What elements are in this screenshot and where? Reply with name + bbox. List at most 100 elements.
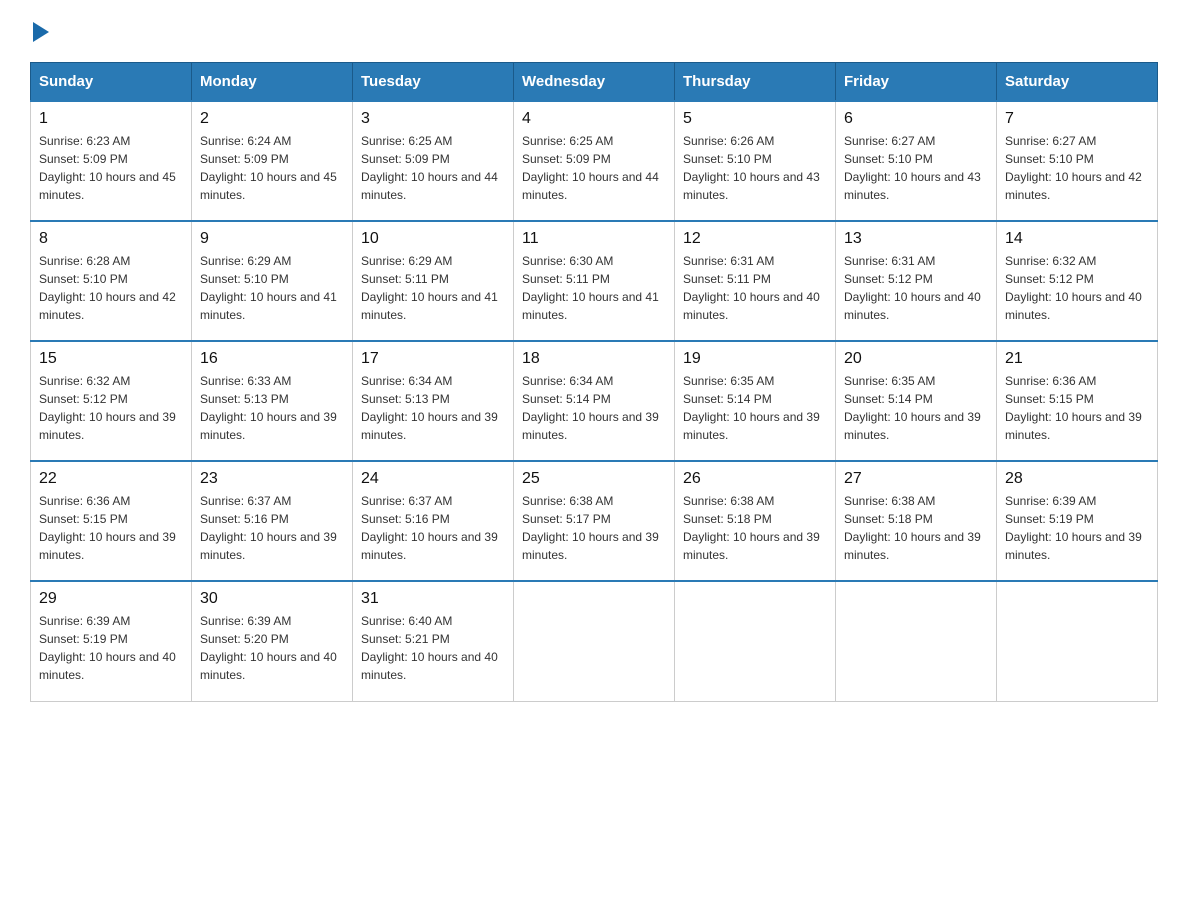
day-number: 21 (1005, 350, 1149, 368)
day-number: 2 (200, 110, 344, 128)
day-info: Sunrise: 6:38 AMSunset: 5:18 PMDaylight:… (683, 494, 820, 562)
day-number: 13 (844, 230, 988, 248)
day-info: Sunrise: 6:25 AMSunset: 5:09 PMDaylight:… (522, 134, 659, 202)
table-row: 4 Sunrise: 6:25 AMSunset: 5:09 PMDayligh… (514, 101, 675, 221)
page-header (30, 20, 1158, 42)
day-number: 6 (844, 110, 988, 128)
table-row: 28 Sunrise: 6:39 AMSunset: 5:19 PMDaylig… (997, 461, 1158, 581)
table-row: 19 Sunrise: 6:35 AMSunset: 5:14 PMDaylig… (675, 341, 836, 461)
table-row (675, 581, 836, 701)
day-info: Sunrise: 6:32 AMSunset: 5:12 PMDaylight:… (39, 374, 176, 442)
day-number: 29 (39, 590, 183, 608)
day-info: Sunrise: 6:35 AMSunset: 5:14 PMDaylight:… (844, 374, 981, 442)
table-row: 11 Sunrise: 6:30 AMSunset: 5:11 PMDaylig… (514, 221, 675, 341)
day-info: Sunrise: 6:28 AMSunset: 5:10 PMDaylight:… (39, 254, 176, 322)
table-row: 3 Sunrise: 6:25 AMSunset: 5:09 PMDayligh… (353, 101, 514, 221)
day-info: Sunrise: 6:36 AMSunset: 5:15 PMDaylight:… (39, 494, 176, 562)
day-info: Sunrise: 6:29 AMSunset: 5:11 PMDaylight:… (361, 254, 498, 322)
day-info: Sunrise: 6:39 AMSunset: 5:19 PMDaylight:… (1005, 494, 1142, 562)
day-info: Sunrise: 6:31 AMSunset: 5:12 PMDaylight:… (844, 254, 981, 322)
table-row (836, 581, 997, 701)
day-info: Sunrise: 6:23 AMSunset: 5:09 PMDaylight:… (39, 134, 176, 202)
day-info: Sunrise: 6:27 AMSunset: 5:10 PMDaylight:… (1005, 134, 1142, 202)
table-row: 7 Sunrise: 6:27 AMSunset: 5:10 PMDayligh… (997, 101, 1158, 221)
header-wednesday: Wednesday (514, 63, 675, 102)
table-row: 24 Sunrise: 6:37 AMSunset: 5:16 PMDaylig… (353, 461, 514, 581)
day-number: 22 (39, 470, 183, 488)
table-row: 14 Sunrise: 6:32 AMSunset: 5:12 PMDaylig… (997, 221, 1158, 341)
day-number: 8 (39, 230, 183, 248)
day-number: 5 (683, 110, 827, 128)
table-row: 23 Sunrise: 6:37 AMSunset: 5:16 PMDaylig… (192, 461, 353, 581)
day-info: Sunrise: 6:34 AMSunset: 5:14 PMDaylight:… (522, 374, 659, 442)
day-info: Sunrise: 6:33 AMSunset: 5:13 PMDaylight:… (200, 374, 337, 442)
day-number: 30 (200, 590, 344, 608)
header-sunday: Sunday (31, 63, 192, 102)
day-info: Sunrise: 6:26 AMSunset: 5:10 PMDaylight:… (683, 134, 820, 202)
day-number: 23 (200, 470, 344, 488)
day-info: Sunrise: 6:39 AMSunset: 5:20 PMDaylight:… (200, 614, 337, 682)
calendar-header: Sunday Monday Tuesday Wednesday Thursday… (31, 63, 1158, 102)
day-number: 25 (522, 470, 666, 488)
day-info: Sunrise: 6:37 AMSunset: 5:16 PMDaylight:… (361, 494, 498, 562)
day-info: Sunrise: 6:35 AMSunset: 5:14 PMDaylight:… (683, 374, 820, 442)
day-info: Sunrise: 6:27 AMSunset: 5:10 PMDaylight:… (844, 134, 981, 202)
day-info: Sunrise: 6:39 AMSunset: 5:19 PMDaylight:… (39, 614, 176, 682)
table-row: 9 Sunrise: 6:29 AMSunset: 5:10 PMDayligh… (192, 221, 353, 341)
calendar-table: Sunday Monday Tuesday Wednesday Thursday… (30, 62, 1158, 702)
table-row (997, 581, 1158, 701)
table-row: 2 Sunrise: 6:24 AMSunset: 5:09 PMDayligh… (192, 101, 353, 221)
day-number: 9 (200, 230, 344, 248)
header-friday: Friday (836, 63, 997, 102)
table-row: 5 Sunrise: 6:26 AMSunset: 5:10 PMDayligh… (675, 101, 836, 221)
table-row: 22 Sunrise: 6:36 AMSunset: 5:15 PMDaylig… (31, 461, 192, 581)
day-number: 7 (1005, 110, 1149, 128)
day-info: Sunrise: 6:36 AMSunset: 5:15 PMDaylight:… (1005, 374, 1142, 442)
day-info: Sunrise: 6:31 AMSunset: 5:11 PMDaylight:… (683, 254, 820, 322)
logo-arrow-icon (33, 22, 49, 42)
table-row: 21 Sunrise: 6:36 AMSunset: 5:15 PMDaylig… (997, 341, 1158, 461)
day-info: Sunrise: 6:24 AMSunset: 5:09 PMDaylight:… (200, 134, 337, 202)
table-row: 26 Sunrise: 6:38 AMSunset: 5:18 PMDaylig… (675, 461, 836, 581)
day-number: 18 (522, 350, 666, 368)
table-row: 1 Sunrise: 6:23 AMSunset: 5:09 PMDayligh… (31, 101, 192, 221)
day-number: 31 (361, 590, 505, 608)
day-number: 27 (844, 470, 988, 488)
day-number: 10 (361, 230, 505, 248)
day-number: 3 (361, 110, 505, 128)
table-row: 16 Sunrise: 6:33 AMSunset: 5:13 PMDaylig… (192, 341, 353, 461)
header-saturday: Saturday (997, 63, 1158, 102)
day-number: 28 (1005, 470, 1149, 488)
table-row (514, 581, 675, 701)
day-number: 14 (1005, 230, 1149, 248)
day-number: 24 (361, 470, 505, 488)
day-info: Sunrise: 6:32 AMSunset: 5:12 PMDaylight:… (1005, 254, 1142, 322)
day-info: Sunrise: 6:40 AMSunset: 5:21 PMDaylight:… (361, 614, 498, 682)
table-row: 18 Sunrise: 6:34 AMSunset: 5:14 PMDaylig… (514, 341, 675, 461)
day-info: Sunrise: 6:25 AMSunset: 5:09 PMDaylight:… (361, 134, 498, 202)
table-row: 17 Sunrise: 6:34 AMSunset: 5:13 PMDaylig… (353, 341, 514, 461)
day-number: 1 (39, 110, 183, 128)
day-number: 11 (522, 230, 666, 248)
table-row: 30 Sunrise: 6:39 AMSunset: 5:20 PMDaylig… (192, 581, 353, 701)
day-info: Sunrise: 6:29 AMSunset: 5:10 PMDaylight:… (200, 254, 337, 322)
day-number: 12 (683, 230, 827, 248)
day-number: 16 (200, 350, 344, 368)
day-number: 20 (844, 350, 988, 368)
table-row: 20 Sunrise: 6:35 AMSunset: 5:14 PMDaylig… (836, 341, 997, 461)
day-info: Sunrise: 6:38 AMSunset: 5:18 PMDaylight:… (844, 494, 981, 562)
day-number: 19 (683, 350, 827, 368)
table-row: 12 Sunrise: 6:31 AMSunset: 5:11 PMDaylig… (675, 221, 836, 341)
day-info: Sunrise: 6:30 AMSunset: 5:11 PMDaylight:… (522, 254, 659, 322)
day-info: Sunrise: 6:38 AMSunset: 5:17 PMDaylight:… (522, 494, 659, 562)
table-row: 15 Sunrise: 6:32 AMSunset: 5:12 PMDaylig… (31, 341, 192, 461)
header-thursday: Thursday (675, 63, 836, 102)
header-tuesday: Tuesday (353, 63, 514, 102)
day-number: 15 (39, 350, 183, 368)
table-row: 31 Sunrise: 6:40 AMSunset: 5:21 PMDaylig… (353, 581, 514, 701)
table-row: 29 Sunrise: 6:39 AMSunset: 5:19 PMDaylig… (31, 581, 192, 701)
calendar-body: 1 Sunrise: 6:23 AMSunset: 5:09 PMDayligh… (31, 101, 1158, 701)
header-monday: Monday (192, 63, 353, 102)
table-row: 8 Sunrise: 6:28 AMSunset: 5:10 PMDayligh… (31, 221, 192, 341)
table-row: 13 Sunrise: 6:31 AMSunset: 5:12 PMDaylig… (836, 221, 997, 341)
